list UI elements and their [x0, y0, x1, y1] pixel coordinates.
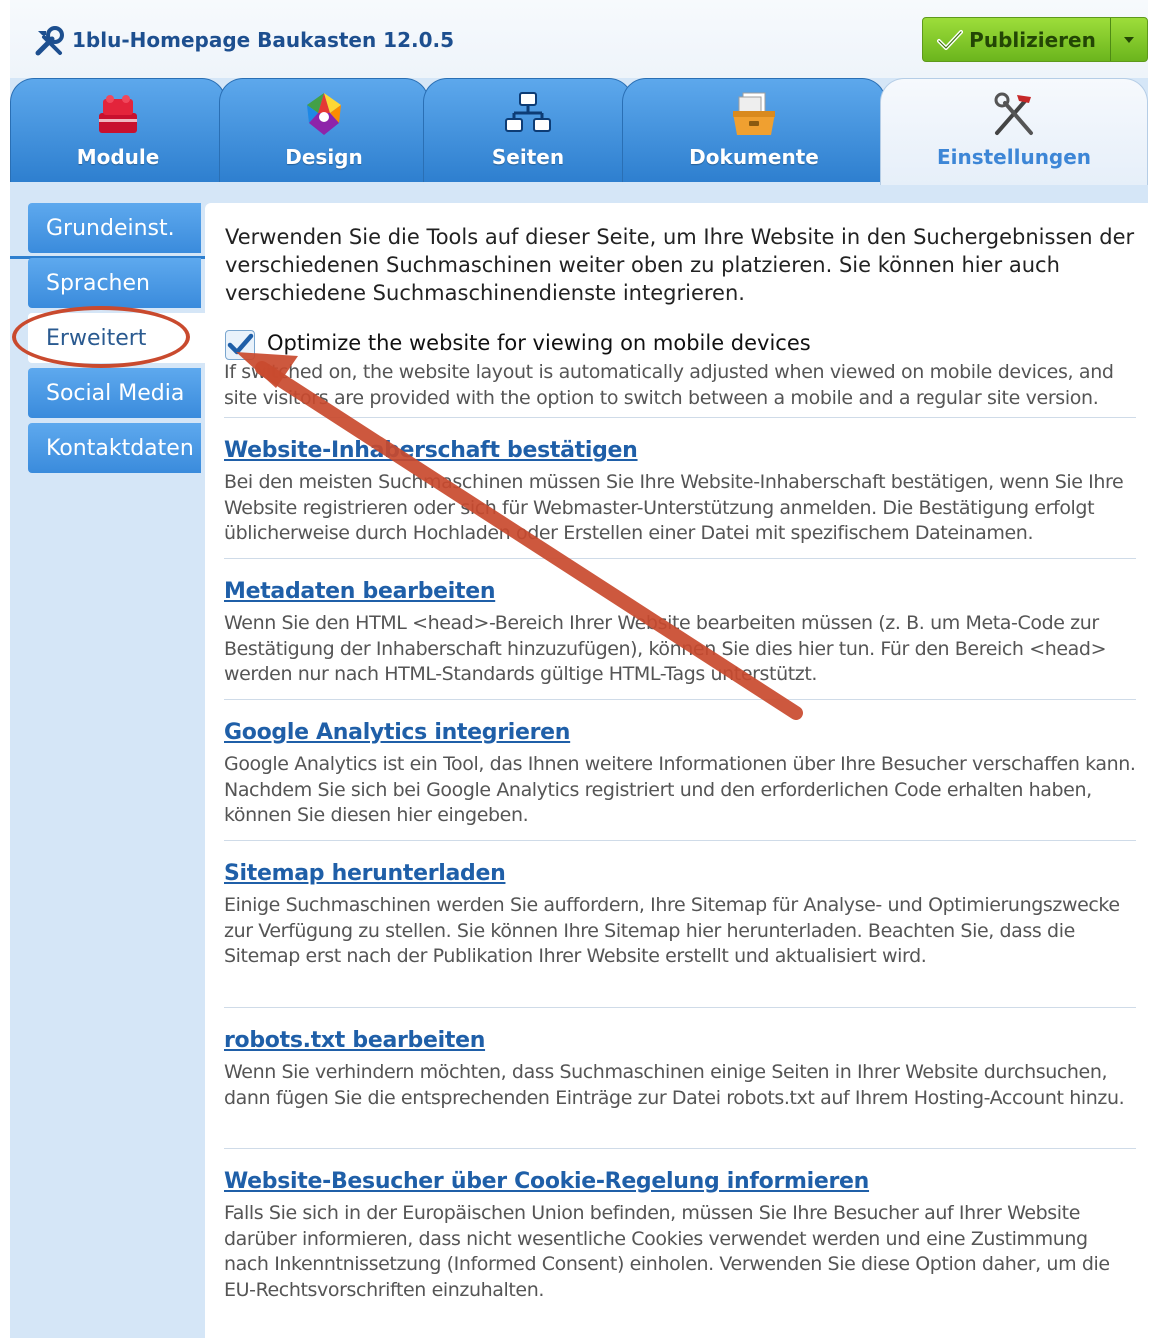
content-panel: Verwenden Sie die Tools auf dieser Seite…	[205, 203, 1148, 1338]
intro-text: Verwenden Sie die Tools auf dieser Seite…	[225, 225, 1135, 305]
section-description: Wenn Sie den HTML <head>-Bereich Ihrer W…	[224, 612, 1107, 685]
sidebar-item-sprachen[interactable]: Sprachen	[28, 258, 201, 308]
sidebar-item-grundeinst[interactable]: Grundeinst.	[28, 203, 201, 253]
tab-module[interactable]: Module	[10, 78, 226, 182]
publish-dropdown-button[interactable]	[1110, 18, 1147, 61]
checkmark-icon	[227, 333, 254, 355]
hammer-wrench-icon	[994, 92, 1033, 135]
section-analytics: Google Analytics integrieren Google Anal…	[224, 699, 1136, 829]
bricks-icon	[99, 95, 137, 133]
link-google-analytics[interactable]: Google Analytics integrieren	[224, 720, 570, 745]
mobile-optimize-description: If switched on, the website layout is au…	[224, 361, 1114, 409]
tab-module-label: Module	[76, 145, 160, 169]
section-description: Einige Suchmaschinen werden Sie aufforde…	[224, 894, 1120, 967]
publish-button[interactable]: Publizieren	[923, 18, 1110, 61]
mobile-optimize-label: Optimize the website for viewing on mobi…	[267, 331, 811, 355]
section-description: Falls Sie sich in der Europäischen Union…	[224, 1202, 1110, 1301]
publish-button-group: Publizieren	[922, 17, 1148, 62]
tab-seiten-label: Seiten	[491, 145, 565, 169]
tab-design-label: Design	[285, 145, 363, 169]
caret-down-icon	[1124, 36, 1134, 43]
mobile-optimize-checkbox[interactable]	[225, 330, 255, 360]
sidebar-item-erweitert[interactable]: Erweitert	[28, 313, 208, 363]
sitemap-icon	[505, 92, 551, 132]
link-edit-robots[interactable]: robots.txt bearbeiten	[224, 1028, 485, 1053]
publish-label: Publizieren	[969, 27, 1096, 52]
title-bar: 1blu-Homepage Baukasten 12.0.5 Publizier…	[10, 0, 1148, 78]
section-ownership: Website-Inhaberschaft bestätigen Bei den…	[224, 417, 1136, 547]
tab-dokumente-label: Dokumente	[689, 145, 819, 169]
section-cookie: Website-Besucher über Cookie-Regelung in…	[224, 1148, 1136, 1303]
section-metadata: Metadaten bearbeiten Wenn Sie den HTML <…	[224, 558, 1136, 688]
documents-box-icon	[733, 92, 775, 135]
tab-dokumente[interactable]: Dokumente	[622, 78, 886, 182]
tab-einstellungen[interactable]: Einstellungen	[880, 78, 1148, 185]
section-robots: robots.txt bearbeiten Wenn Sie verhinder…	[224, 1007, 1136, 1111]
link-cookie-notice[interactable]: Website-Besucher über Cookie-Regelung in…	[224, 1169, 869, 1194]
color-palette-icon	[307, 93, 341, 135]
tab-seiten[interactable]: Seiten	[423, 78, 633, 182]
section-description: Wenn Sie verhindern möchten, dass Suchma…	[224, 1061, 1125, 1109]
tools-icon	[35, 26, 64, 56]
tab-design[interactable]: Design	[219, 78, 429, 182]
link-website-ownership[interactable]: Website-Inhaberschaft bestätigen	[224, 438, 638, 463]
main-tab-bar: Module Design Seiten Dokumente Einstellu…	[10, 78, 1148, 259]
app-window: 1blu-Homepage Baukasten 12.0.5 Publizier…	[10, 0, 1148, 1338]
checkmark-icon	[937, 29, 964, 50]
section-description: Bei den meisten Suchmaschinen müssen Sie…	[224, 471, 1124, 544]
link-edit-metadata[interactable]: Metadaten bearbeiten	[224, 579, 496, 604]
section-sitemap: Sitemap herunterladen Einige Suchmaschin…	[224, 840, 1136, 970]
link-download-sitemap[interactable]: Sitemap herunterladen	[224, 861, 506, 886]
section-description: Google Analytics ist ein Tool, das Ihnen…	[224, 753, 1136, 826]
sidebar-item-social-media[interactable]: Social Media	[28, 368, 201, 418]
tab-einstellungen-label: Einstellungen	[936, 145, 1092, 169]
sidebar-item-kontaktdaten[interactable]: Kontaktdaten	[28, 423, 201, 473]
app-title: 1blu-Homepage Baukasten 12.0.5	[72, 28, 455, 52]
